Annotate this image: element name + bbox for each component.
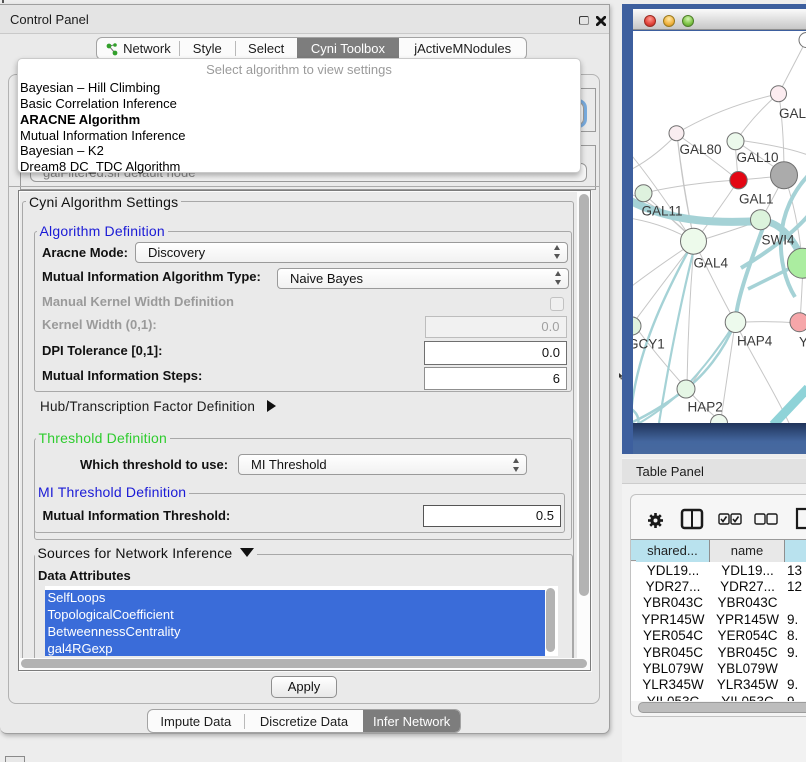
svg-text:GAL4: GAL4 — [694, 256, 729, 271]
svg-text:GCY1: GCY1 — [633, 337, 665, 352]
svg-text:HAP4: HAP4 — [737, 334, 773, 349]
svg-text:GAL1: GAL1 — [739, 192, 774, 207]
svg-text:GAL80: GAL80 — [680, 142, 722, 157]
svg-text:SWI4: SWI4 — [762, 233, 795, 248]
svg-text:HAP2: HAP2 — [688, 400, 723, 415]
svg-text:Y: Y — [799, 335, 806, 350]
svg-text:GAL10: GAL10 — [737, 150, 779, 165]
svg-text:GAL: GAL — [779, 106, 806, 121]
svg-text:GAL11: GAL11 — [642, 204, 683, 219]
